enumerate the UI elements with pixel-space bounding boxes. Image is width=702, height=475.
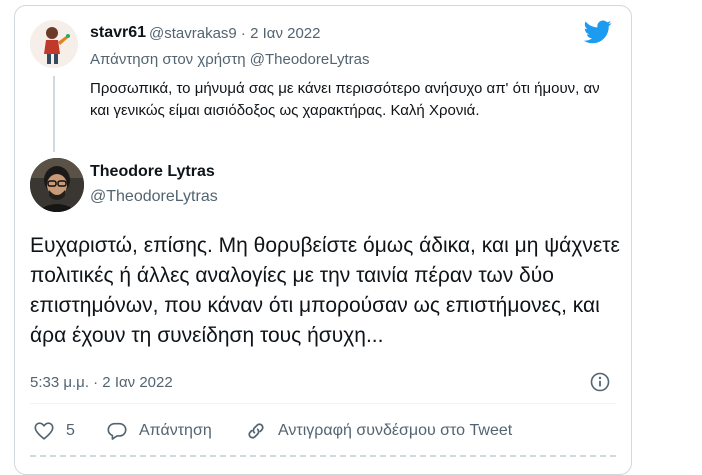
- avatar[interactable]: [30, 20, 78, 68]
- reply-display-name[interactable]: stavr61: [90, 24, 146, 42]
- author-handle[interactable]: @TheodoreLytras: [90, 188, 218, 206]
- bottom-edge: [30, 455, 616, 457]
- copy-link-label: Αντιγραφή συνδέσμου στο Tweet: [278, 422, 513, 439]
- twitter-bird-icon[interactable]: [583, 20, 612, 44]
- heart-icon: [34, 422, 54, 440]
- author-display-name[interactable]: Theodore Lytras: [90, 163, 215, 181]
- link-icon: [248, 423, 264, 439]
- tweet-text: Ευχαριστώ, επίσης. Μη θορυβείστε όμως άδ…: [30, 234, 620, 347]
- reply-handle-date[interactable]: @stavrakas9 · 2 Ιαν 2022: [149, 25, 320, 42]
- like-button[interactable]: 5: [33, 420, 75, 442]
- reply-label: Απάντηση: [139, 422, 212, 439]
- copy-link-button[interactable]: Αντιγραφή συνδέσμου στο Tweet: [245, 420, 512, 442]
- divider: [30, 403, 616, 404]
- avatar[interactable]: [30, 158, 84, 212]
- replying-to-label[interactable]: Απάντηση στον χρήστη @TheodoreLytras: [90, 51, 370, 68]
- speech-bubble-icon: [107, 422, 127, 440]
- reply-button[interactable]: Απάντηση: [106, 420, 212, 442]
- reply-tweet-text: Προσωπικά, το μήνυμά σας με κάνει περισσ…: [90, 80, 600, 119]
- info-icon[interactable]: [590, 372, 610, 392]
- thread-connector: [53, 76, 55, 152]
- tweet-timestamp[interactable]: 5:33 μ.μ. · 2 Ιαν 2022: [30, 374, 173, 391]
- like-count: 5: [66, 422, 75, 439]
